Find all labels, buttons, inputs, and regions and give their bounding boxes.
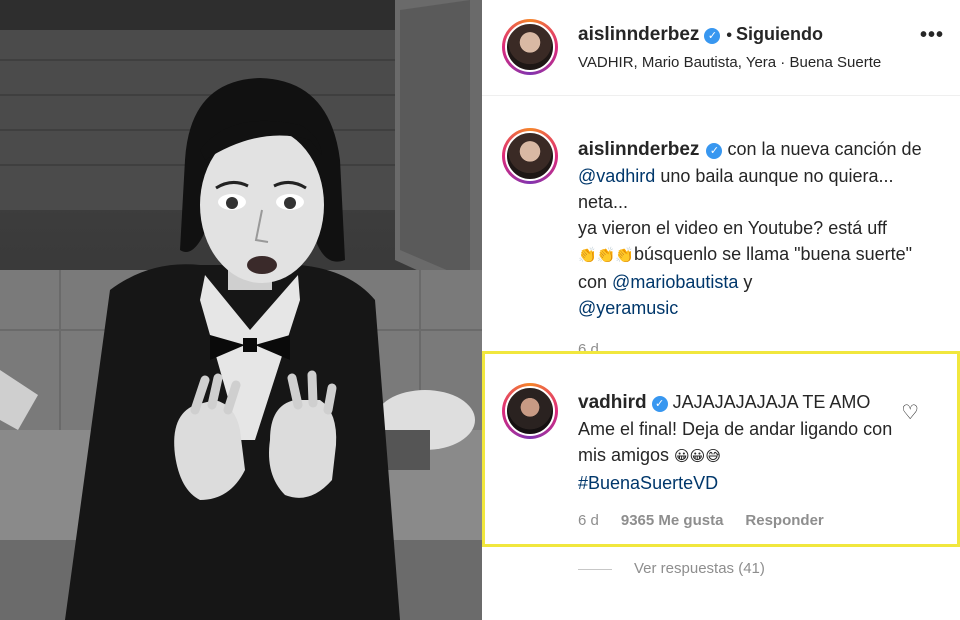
ellipsis-icon[interactable]: ••• bbox=[920, 24, 944, 47]
follow-button[interactable]: Siguiendo bbox=[736, 24, 823, 44]
caption-avatar[interactable] bbox=[502, 128, 558, 184]
caption-text: ya vieron el video en Youtube? está uff bbox=[578, 218, 887, 238]
likes-count[interactable]: 9365 Me gusta bbox=[621, 512, 724, 529]
verified-icon: ✓ bbox=[704, 28, 721, 44]
comment-avatar[interactable] bbox=[502, 383, 558, 439]
replies-divider bbox=[578, 568, 612, 570]
author-line: aislinnderbez ✓ • Siguiendo bbox=[578, 24, 823, 46]
reply-button[interactable]: Responder bbox=[745, 512, 823, 529]
comment-text: Ame el final! Deja de andar ligando con … bbox=[578, 419, 893, 465]
heart-icon[interactable]: ♡ bbox=[901, 400, 919, 425]
bow-knot bbox=[243, 338, 257, 352]
post-caption: aislinnderbez ✓ con la nueva canción de @… bbox=[578, 136, 938, 363]
verified-icon: ✓ bbox=[651, 396, 668, 412]
door-inner bbox=[400, 0, 470, 280]
mention-mariobautista[interactable]: @mariobautista bbox=[612, 272, 738, 292]
music-info[interactable]: VADHIR, Mario Bautista, Yera · Buena Sue… bbox=[578, 54, 881, 71]
mention-yeramusic[interactable]: @yeramusic bbox=[578, 298, 678, 318]
photo-illustration bbox=[0, 0, 482, 620]
comment-time: 6 d bbox=[578, 512, 599, 529]
post-photo[interactable] bbox=[0, 0, 482, 620]
mouth bbox=[247, 256, 277, 274]
verified-icon: ✓ bbox=[706, 143, 723, 159]
clap-emoji: 👏👏👏 bbox=[578, 247, 635, 264]
caption-text: y bbox=[743, 272, 753, 292]
comment-meta: 6 d 9365 Me gusta Responder bbox=[578, 512, 846, 529]
mention-vadhird[interactable]: @vadhird bbox=[578, 166, 655, 186]
wall-top bbox=[0, 0, 400, 30]
highlighted-comment: vadhird ✓ JAJAJAJAJAJA TE AMO Ame el fina… bbox=[482, 351, 960, 547]
screenshot-frame: aislinnderbez ✓ • Siguiendo VADHIR, Mario B… bbox=[0, 0, 960, 620]
hashtag-link[interactable]: #BuenaSuerteVD bbox=[578, 473, 718, 493]
comment-username[interactable]: vadhird bbox=[578, 392, 647, 413]
separator-dot: • bbox=[726, 27, 733, 44]
view-replies[interactable]: Ver respuestas (41) bbox=[578, 560, 765, 577]
view-replies-label[interactable]: Ver respuestas (41) bbox=[634, 560, 765, 577]
right-hand bbox=[269, 400, 337, 498]
comment-text: JAJAJAJAJAJA TE AMO bbox=[672, 392, 871, 412]
laugh-emoji: 😀😀😅 bbox=[674, 448, 721, 465]
comment-body: vadhird ✓ JAJAJAJAJAJA TE AMO Ame el fina… bbox=[578, 389, 908, 496]
author-avatar[interactable] bbox=[502, 19, 558, 75]
post-header: aislinnderbez ✓ • Siguiendo VADHIR, Mario B… bbox=[482, 0, 960, 96]
left-hand bbox=[174, 400, 245, 500]
caption-text: con la nueva canción de bbox=[727, 139, 922, 159]
author-username[interactable]: aislinnderbez bbox=[578, 24, 699, 45]
post-panel: aislinnderbez ✓ • Siguiendo VADHIR, Mario B… bbox=[482, 0, 960, 620]
caption-username[interactable]: aislinnderbez bbox=[578, 139, 699, 160]
